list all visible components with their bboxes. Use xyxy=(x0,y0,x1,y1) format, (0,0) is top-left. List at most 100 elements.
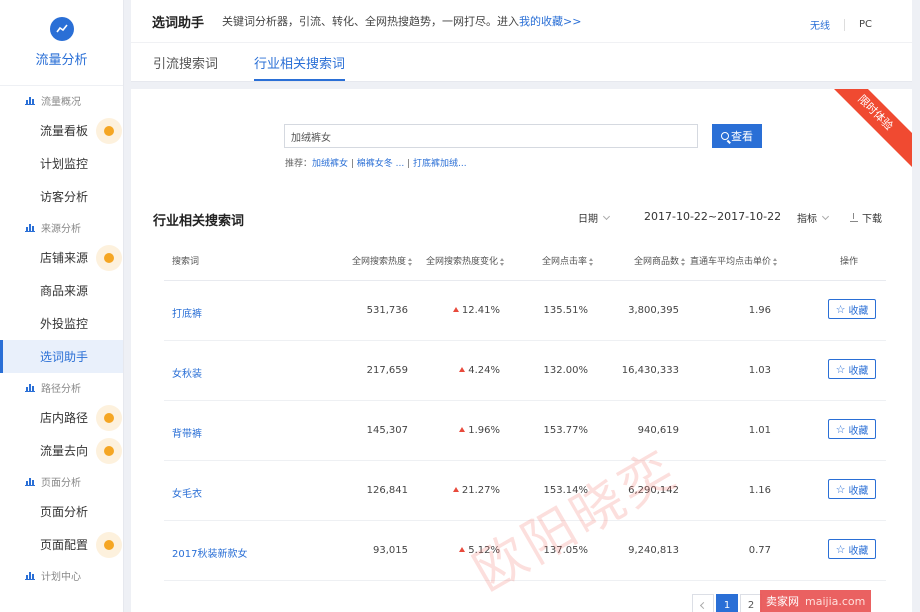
divider xyxy=(843,18,845,31)
sidebar-item[interactable]: 流量看板 xyxy=(0,114,123,147)
heat-change-value: 1.96% xyxy=(468,425,500,436)
table-row: 女毛衣 126,841 21.27% 153.14% 6,290,142 1.16 ☆ 收藏 xyxy=(164,461,886,521)
keyword-link[interactable]: 打底裤 xyxy=(172,305,202,320)
metric-dropdown[interactable]: 指标 xyxy=(797,210,830,225)
col-items[interactable]: 全网商品数 xyxy=(634,254,686,267)
sidebar-item[interactable]: 店内路径 xyxy=(0,401,123,434)
rec-link[interactable]: 棉裤女冬 ... xyxy=(357,159,404,169)
nav-group-header[interactable]: 计划中心 xyxy=(0,561,123,589)
rec-link[interactable]: 加绒裤女 xyxy=(312,159,348,169)
keyword-link[interactable]: 2017秋装新款女 xyxy=(172,545,247,560)
sidebar-item[interactable]: 店铺来源 xyxy=(0,241,123,274)
tab-traffic-keywords[interactable]: 引流搜索词 xyxy=(153,43,218,81)
items-value: 940,619 xyxy=(637,425,679,436)
items-value: 16,430,333 xyxy=(621,365,679,376)
sort-icon xyxy=(408,257,413,266)
rec-link[interactable]: 打底裤加绒... xyxy=(413,159,467,169)
page-button[interactable]: 1 xyxy=(716,594,738,612)
sidebar-item[interactable]: 流量去向 xyxy=(0,434,123,467)
col-ctr-label: 全网点击率 xyxy=(542,257,588,267)
date-range[interactable]: 2017-10-22~2017-10-22 xyxy=(644,210,781,223)
notification-dot xyxy=(96,531,122,558)
heat-change-value: 12.41% xyxy=(461,305,500,316)
tab-industry-keywords[interactable]: 行业相关搜索词 xyxy=(254,43,346,81)
col-heat-change[interactable]: 全网搜索热度变化 xyxy=(426,254,505,267)
my-favorites-link[interactable]: 我的收藏>> xyxy=(519,15,581,28)
sort-icon xyxy=(500,257,505,266)
site-watermark: 卖家网 maijia.com xyxy=(760,590,872,612)
download-button[interactable]: 下载 xyxy=(850,210,882,225)
chevron-down-icon xyxy=(602,212,611,220)
page-button[interactable]: 2 xyxy=(740,594,762,612)
heat-value: 126,841 xyxy=(366,485,408,496)
ctr-value: 137.05% xyxy=(543,545,589,556)
favorite-button[interactable]: ☆ 收藏 xyxy=(828,359,876,379)
keyword-link[interactable]: 背带裤 xyxy=(172,425,202,440)
bar-chart-icon xyxy=(25,570,35,580)
search-button[interactable]: 查看 xyxy=(712,124,762,148)
heat-change: 21.27% xyxy=(452,485,500,496)
col-heat-change-label: 全网搜索热度变化 xyxy=(426,257,499,267)
sidebar-item[interactable]: 页面配置 xyxy=(0,528,123,561)
tab-bar: 引流搜索词 行业相关搜索词 xyxy=(131,43,912,81)
keyword-link[interactable]: 女毛衣 xyxy=(172,485,202,500)
description-text: 关键词分析器，引流、转化、全网热搜趋势，一网打尽。进入 xyxy=(222,15,520,28)
pc-toggle[interactable]: PC xyxy=(859,19,872,30)
favorite-button[interactable]: ☆ 收藏 xyxy=(828,299,876,319)
notification-dot xyxy=(96,244,122,271)
heat-change-value: 5.12% xyxy=(468,545,500,556)
nav-group-label: 路径分析 xyxy=(41,383,81,395)
keyword-table: 搜索词 全网搜索热度 全网搜索热度变化 全网点击率 全网商品数 直通车平均点击单… xyxy=(164,239,886,581)
sidebar-item[interactable]: 商品来源 xyxy=(0,274,123,307)
section-title: 行业相关搜索词 xyxy=(153,214,245,229)
sidebar-item[interactable]: 选词助手 xyxy=(0,340,123,373)
col-action: 操作 xyxy=(840,257,859,267)
favorite-button[interactable]: ☆ 收藏 xyxy=(828,479,876,499)
nav-group-label: 计划中心 xyxy=(41,571,81,583)
sidebar-item[interactable]: 外投监控 xyxy=(0,307,123,340)
sidebar-item[interactable]: 访客分析 xyxy=(0,180,123,213)
star-icon: ☆ xyxy=(835,302,846,316)
star-icon: ☆ xyxy=(835,362,846,376)
site-name: 卖家网 xyxy=(766,595,799,608)
notification-dot xyxy=(96,437,122,464)
notification-dot xyxy=(96,117,122,144)
search-button-label: 查看 xyxy=(731,130,753,143)
page-description: 关键词分析器，引流、转化、全网热搜趋势，一网打尽。进入我的收藏>> xyxy=(222,13,581,29)
nav-group-label: 来源分析 xyxy=(41,223,81,235)
ctr-value: 135.51% xyxy=(543,305,589,316)
sort-icon xyxy=(589,257,594,266)
nav-group-header[interactable]: 流量概况 xyxy=(0,86,123,114)
favorite-button[interactable]: ☆ 收藏 xyxy=(828,539,876,559)
sidebar-item[interactable]: 计划监控 xyxy=(0,147,123,180)
favorite-label: 收藏 xyxy=(848,365,869,377)
date-dropdown[interactable]: 日期 xyxy=(578,210,611,225)
table-row: 2017秋装新款女 93,015 5.12% 137.05% 9,240,813 0.77… xyxy=(164,521,886,581)
keyword-link[interactable]: 女秋装 xyxy=(172,365,202,380)
cpc-value: 1.01 xyxy=(748,425,771,436)
nav-group-header[interactable]: 路径分析 xyxy=(0,373,123,401)
search-input[interactable] xyxy=(284,124,698,148)
nav-group-header[interactable]: 页面分析 xyxy=(0,467,123,495)
sidebar-item[interactable]: 页面分析 xyxy=(0,495,123,528)
star-icon: ☆ xyxy=(835,482,846,496)
favorite-button[interactable]: ☆ 收藏 xyxy=(828,419,876,439)
nav-group-label: 页面分析 xyxy=(41,477,81,489)
col-cpc[interactable]: 直通车平均点击单价 xyxy=(690,254,778,267)
prev-page-button[interactable] xyxy=(692,594,714,612)
heat-value: 93,015 xyxy=(373,545,408,556)
ctr-value: 132.00% xyxy=(543,365,589,376)
notification-dot xyxy=(96,404,122,431)
site-url: maijia.com xyxy=(805,594,866,608)
cpc-value: 1.03 xyxy=(748,365,771,376)
clock-icon xyxy=(893,94,907,108)
arrow-up-icon xyxy=(452,487,459,492)
table-body: 打底裤 531,736 12.41% 135.51% 3,800,395 1.96 ☆ 收藏女… xyxy=(164,281,886,581)
chevron-left-icon xyxy=(699,601,707,609)
metric-label: 指标 xyxy=(797,214,817,225)
col-ctr[interactable]: 全网点击率 xyxy=(542,254,594,267)
section-header: 行业相关搜索词 日期 2017-10-22~2017-10-22 指标 下载 xyxy=(153,207,883,229)
col-heat[interactable]: 全网搜索热度 xyxy=(352,254,413,267)
wireless-toggle[interactable]: 无线 xyxy=(810,17,830,32)
nav-group-header[interactable]: 来源分析 xyxy=(0,213,123,241)
